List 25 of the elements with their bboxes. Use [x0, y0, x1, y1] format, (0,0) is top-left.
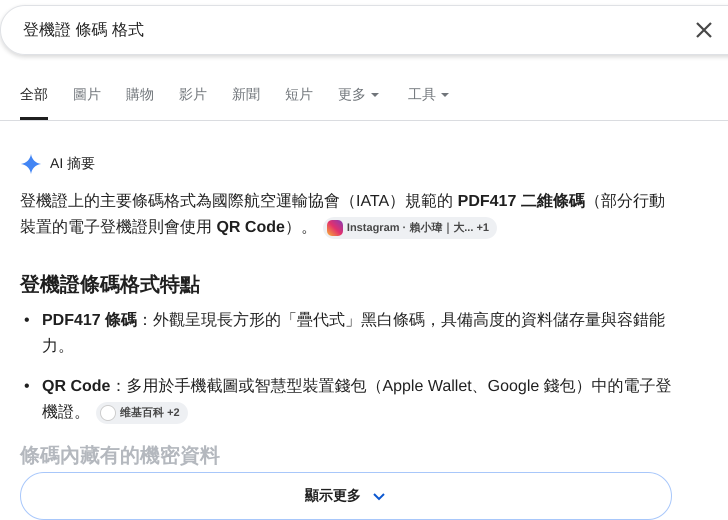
tab[interactable]: 全部: [20, 77, 48, 120]
tab[interactable]: 新聞: [232, 77, 260, 120]
source-chip[interactable]: Instagram · 賴小瑋｜大... +1: [322, 216, 498, 239]
source-chip[interactable]: 维基百科 +2: [96, 402, 188, 424]
bullet-marker: •: [23, 311, 31, 331]
bullet-text: QR Code：多用於手機截圖或智慧型裝置錢包（Apple Wallet、Google 錢包）中的電子登機證。 维基百科 +2: [42, 374, 680, 426]
camera-logo-icon: [326, 220, 343, 236]
bullet-marker: •: [23, 377, 31, 397]
sparkle-icon: [20, 153, 42, 175]
circle-logo-icon: [100, 404, 116, 421]
summary-text: 登機證上的主要條碼格式為國際航空運輸協會（IATA）規範的 PDF417 二維條碼（部分行動裝置的電子登機證則會使用 QR Code）。 Instagram · 賴小瑋｜大... +1: [20, 189, 680, 241]
tab[interactable]: 圖片: [73, 77, 101, 120]
ai-overview-title: AI 摘要: [50, 155, 96, 173]
tab[interactable]: 購物: [126, 77, 154, 120]
tab[interactable]: 更多: [338, 77, 380, 120]
tab[interactable]: 工具: [408, 77, 450, 120]
show-more-button[interactable]: 顯示更多: [20, 472, 672, 520]
search-field[interactable]: 登機證 條碼 格式: [21, 20, 694, 40]
close-icon[interactable]: [694, 20, 714, 40]
tab[interactable]: 短片: [285, 77, 313, 120]
bullet-text: PDF417 條碼：外觀呈現長方形的「疊代式」黑白條碼，具備高度的資料儲存量與容錯能力。: [42, 310, 666, 357]
faded-heading: 條碼內藏有的機密資料: [20, 444, 221, 466]
tab[interactable]: 影片: [179, 77, 207, 120]
section-heading: 登機證條碼格式特點: [20, 273, 201, 298]
search-bar[interactable]: 登機證 條碼 格式: [0, 5, 728, 55]
